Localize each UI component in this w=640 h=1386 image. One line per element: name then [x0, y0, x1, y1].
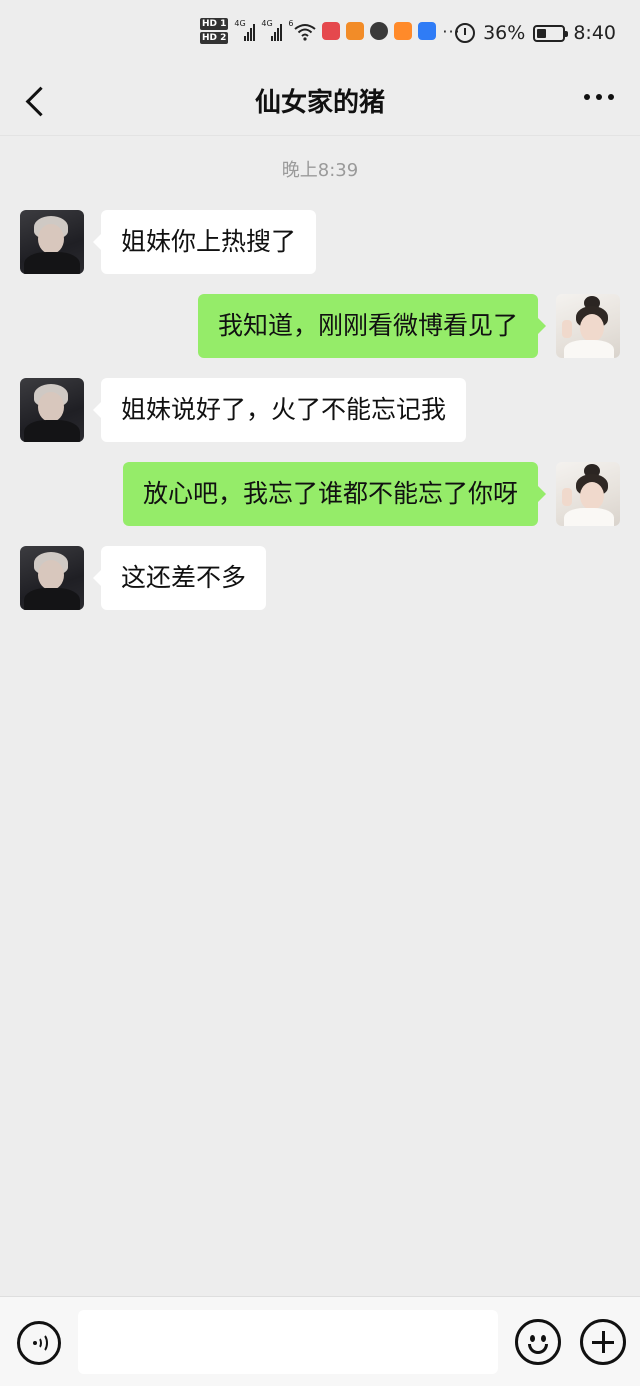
message-row-outgoing: 放心吧，我忘了谁都不能忘了你呀	[0, 462, 640, 526]
more-dot	[584, 94, 590, 100]
battery-icon	[533, 24, 569, 42]
more-dot	[596, 94, 602, 100]
message-input[interactable]	[78, 1310, 498, 1374]
red-app-icon	[322, 22, 341, 40]
blue-app-icon	[418, 22, 437, 40]
message-row-incoming: 姐妹说好了，火了不能忘记我	[0, 378, 640, 442]
wifi-generation: 6	[288, 19, 294, 28]
chat-header: 仙女家的猪	[0, 70, 640, 136]
sim2-signal-icon: 4G	[261, 19, 283, 41]
sim2-network-type: 4G	[261, 19, 273, 28]
alarm-icon	[455, 23, 476, 43]
more-options-button[interactable]	[584, 94, 614, 100]
battery-percent: 36%	[483, 22, 526, 44]
hd1-indicator: HD 1	[200, 18, 229, 30]
wifi-icon: 6	[288, 19, 317, 41]
clock: 8:40	[573, 22, 616, 44]
chat-screen: HD 1 HD 2 4G 4G 6 ··· 36% 8:40 仙女家的猪 晚上8…	[0, 0, 640, 1386]
status-left: HD 1 HD 2 4G 4G 6 ···	[200, 18, 461, 44]
my-avatar[interactable]	[556, 294, 620, 358]
compass-app-icon	[370, 22, 389, 40]
message-bubble-incoming[interactable]: 这还差不多	[92, 546, 267, 610]
input-bar	[0, 1296, 640, 1386]
voice-input-button[interactable]	[17, 1321, 61, 1365]
message-row-outgoing: 我知道，刚刚看微博看见了	[0, 294, 640, 358]
message-bubble-outgoing[interactable]: 我知道，刚刚看微博看见了	[197, 294, 547, 358]
more-functions-button[interactable]	[580, 1319, 626, 1365]
hd2-indicator: HD 2	[200, 32, 229, 44]
emoji-button[interactable]	[515, 1319, 561, 1365]
orange-video-app-icon	[346, 22, 365, 40]
message-row-incoming: 姐妹你上热搜了	[0, 210, 640, 274]
message-bubble-incoming[interactable]: 姐妹你上热搜了	[92, 210, 317, 274]
contact-avatar[interactable]	[20, 378, 84, 442]
sim1-signal-icon: 4G	[234, 19, 256, 41]
chat-title: 仙女家的猪	[254, 88, 385, 118]
more-dot	[608, 94, 614, 100]
message-bubble-outgoing[interactable]: 放心吧，我忘了谁都不能忘了你呀	[122, 462, 547, 526]
contact-avatar[interactable]	[20, 546, 84, 610]
status-right: 36% 8:40	[455, 22, 616, 44]
hd-indicators: HD 1 HD 2	[200, 18, 229, 44]
battery-fill	[537, 28, 547, 38]
message-bubble-incoming[interactable]: 姐妹说好了，火了不能忘记我	[92, 378, 467, 442]
message-row-incoming: 这还差不多	[0, 546, 640, 610]
sim1-network-type: 4G	[234, 19, 246, 28]
my-avatar[interactable]	[556, 462, 620, 526]
status-bar: HD 1 HD 2 4G 4G 6 ··· 36% 8:40	[0, 0, 640, 70]
message-timestamp: 晚上8:39	[281, 160, 359, 181]
contact-avatar[interactable]	[20, 210, 84, 274]
orange-app-icon	[394, 22, 413, 40]
